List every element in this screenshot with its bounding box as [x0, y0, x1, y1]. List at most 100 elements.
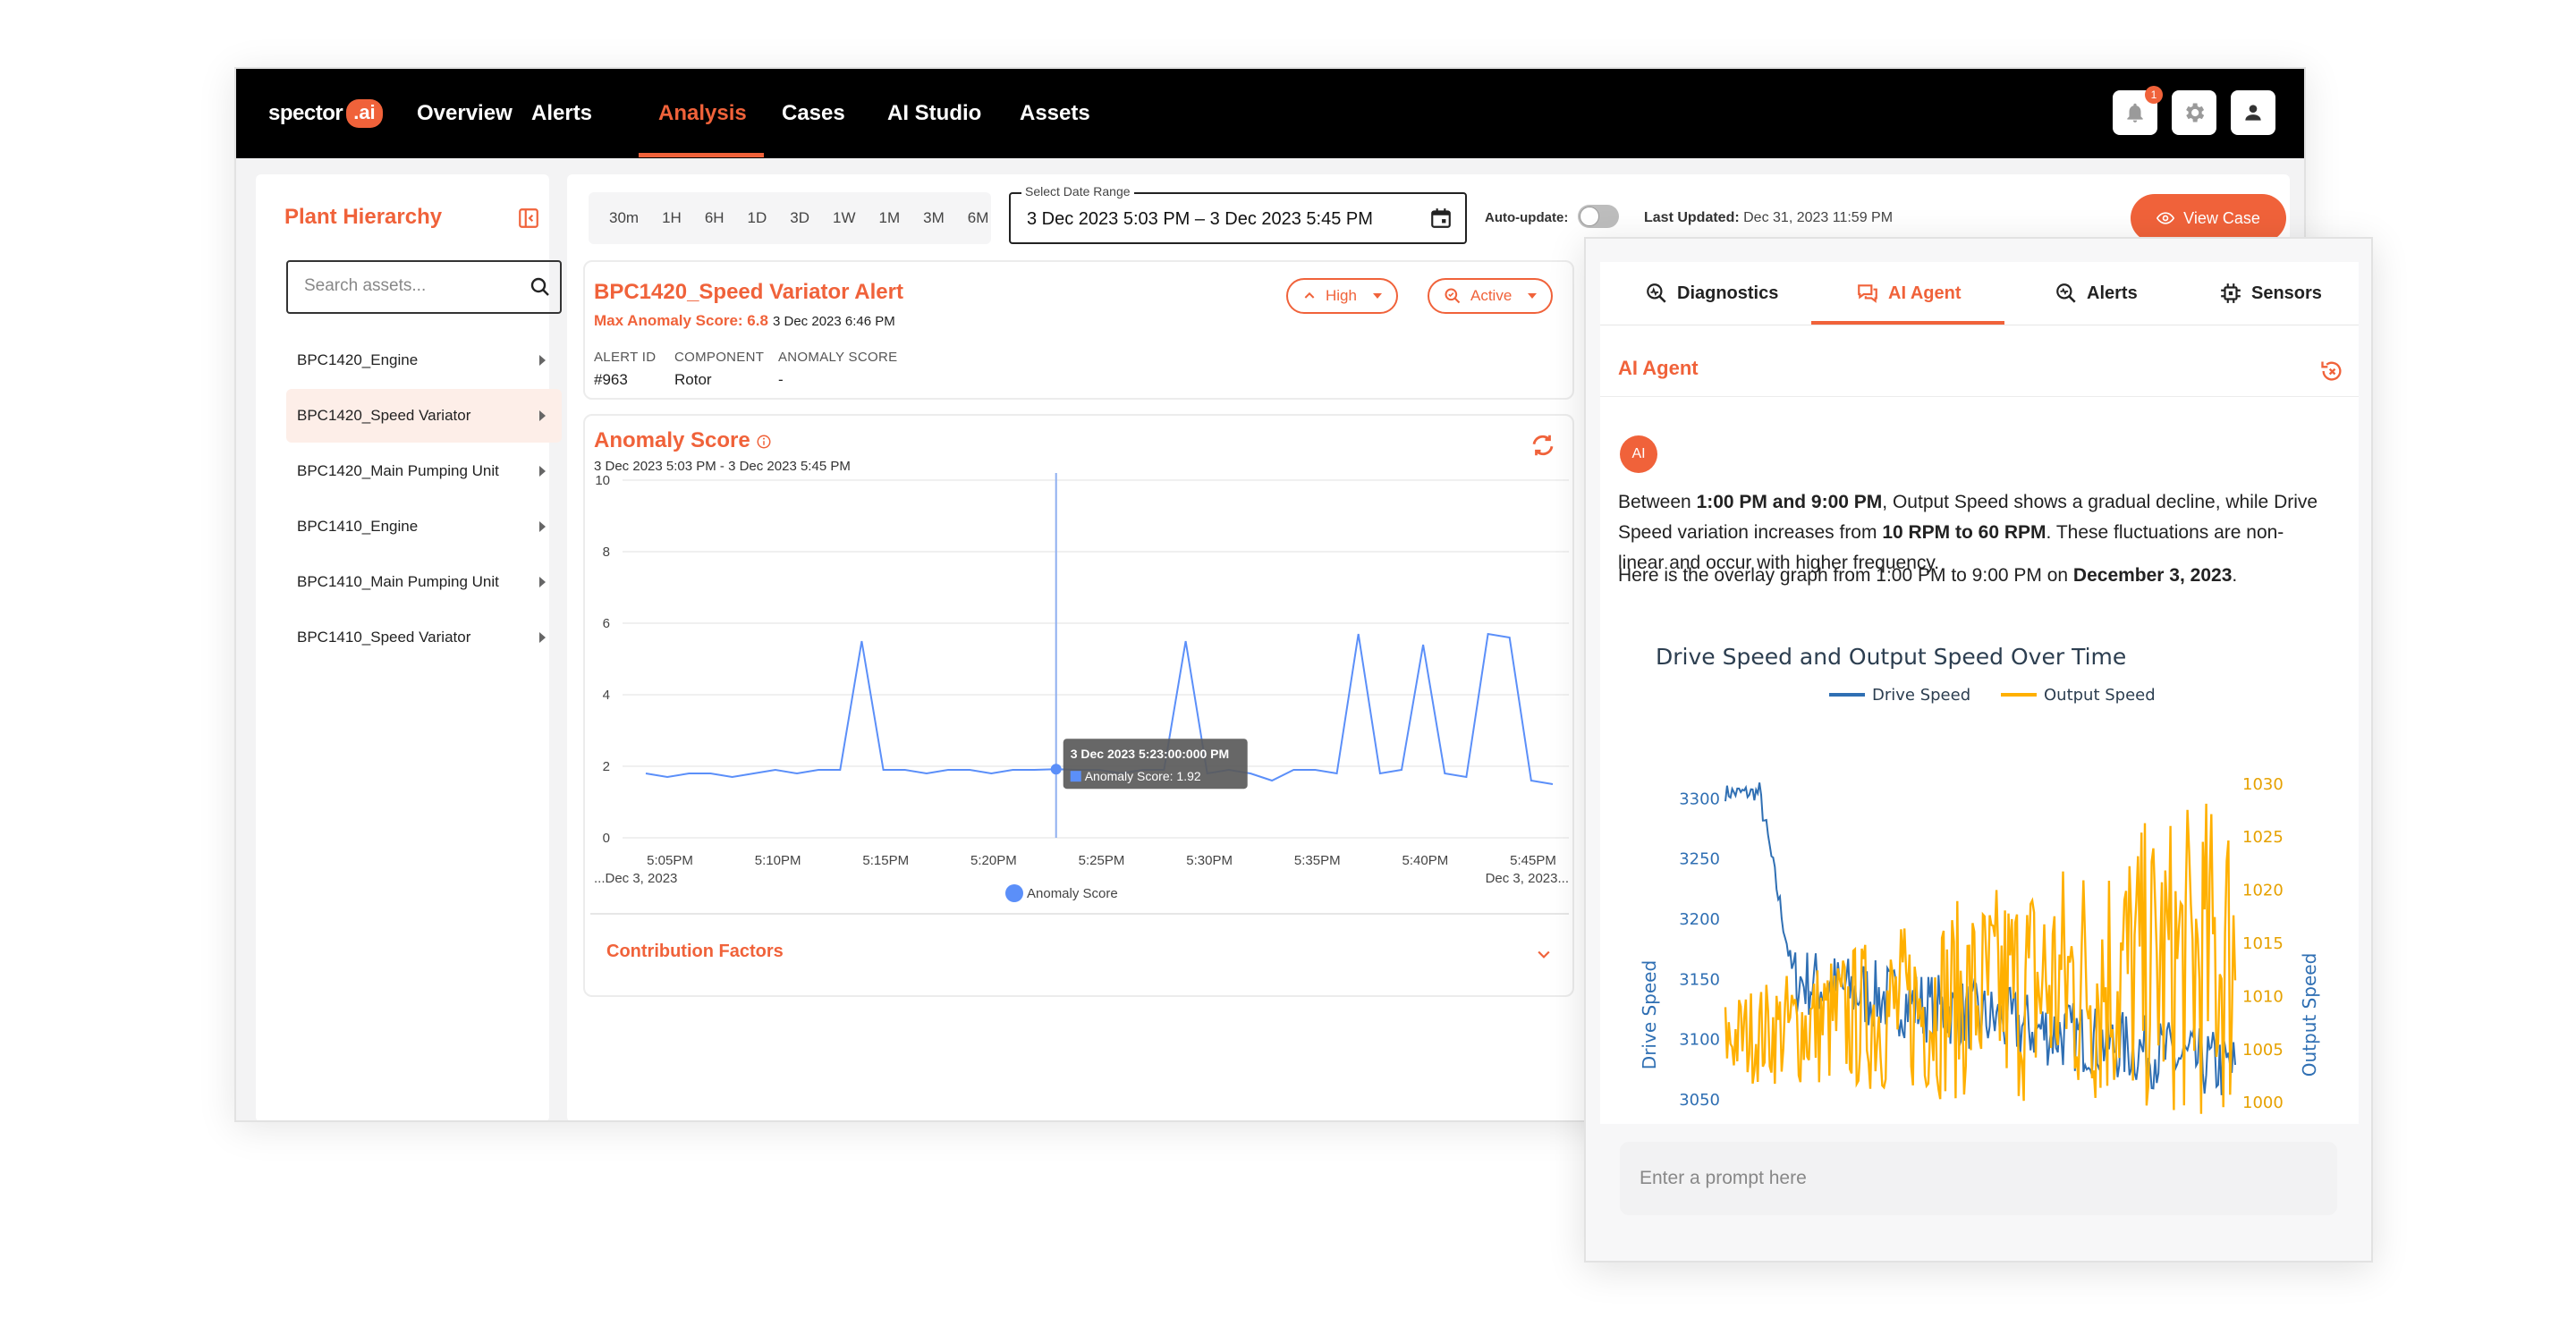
tree-item-label: BPC1420_Speed Variator — [297, 407, 471, 424]
range-1d[interactable]: 1D — [748, 209, 767, 227]
tab-label: Diagnostics — [1677, 283, 1779, 303]
date-range-picker[interactable]: Select Date Range 3 Dec 2023 5:03 PM – 3… — [1009, 184, 1467, 244]
tooltip-time: 3 Dec 2023 5:23:00:000 PM — [1071, 747, 1229, 761]
y-tick-left: 3150 — [1679, 970, 1720, 989]
legend-label-drive: Drive Speed — [1872, 686, 1970, 705]
range-3m[interactable]: 3M — [923, 209, 945, 227]
range-6m[interactable]: 6M — [968, 209, 989, 227]
heading-divider — [1600, 396, 2359, 397]
logo-word: spector — [268, 101, 343, 125]
tree-item-bpc1410-engine[interactable]: BPC1410_Engine — [286, 500, 562, 553]
nav-analysis[interactable]: Analysis — [658, 69, 747, 158]
bell-icon — [2127, 103, 2143, 122]
x-tick-label: 5:35PM — [1294, 853, 1341, 868]
contribution-factors-toggle[interactable]: Contribution Factors — [606, 942, 784, 962]
y-axis-label-left: Drive Speed — [1639, 960, 1660, 1069]
tree-item-label: BPC1420_Engine — [297, 351, 419, 368]
status-dropdown[interactable]: Active — [1428, 278, 1554, 314]
search-icon[interactable] — [530, 276, 551, 298]
divider — [590, 913, 1569, 915]
tab-sensors[interactable]: Sensors — [2219, 262, 2322, 325]
notification-badge: 1 — [2145, 86, 2163, 104]
view-case-button[interactable]: View Case — [2131, 194, 2286, 242]
alert-date: 3 Dec 2023 6:46 PM — [773, 314, 895, 329]
tree-item-label: BPC1410_Speed Variator — [297, 629, 471, 646]
legend-swatch — [1005, 884, 1023, 902]
nav-ai-studio[interactable]: AI Studio — [887, 69, 981, 158]
msg-text: . — [2232, 565, 2238, 586]
info-icon[interactable] — [756, 434, 772, 450]
hover-point — [1050, 764, 1062, 775]
tab-ai-agent[interactable]: AI Agent — [1856, 262, 1961, 325]
meta-label-anomaly-score: ANOMALY SCORE — [778, 350, 898, 365]
drive-output-speed-chart[interactable]: Drive Speed and Output Speed Over Time Dr… — [1600, 638, 2359, 1124]
profile-button[interactable] — [2231, 90, 2275, 135]
chevron-right-icon — [539, 521, 546, 532]
y-tick-label: 4 — [603, 688, 610, 703]
plant-hierarchy-title: Plant Hierarchy — [284, 205, 443, 229]
msg-bold: 1:00 PM and 9:00 PM — [1696, 492, 1883, 512]
tree-item-bpc1410-main-pumping-unit[interactable]: BPC1410_Main Pumping Unit — [286, 555, 562, 609]
tab-diagnostics[interactable]: Diagnostics — [1645, 262, 1778, 325]
x-range-end: Dec 3, 2023... — [1486, 871, 1569, 886]
clear-history-icon[interactable] — [2319, 359, 2344, 384]
auto-update-toggle[interactable] — [1578, 205, 1619, 228]
x-tick-label: 5:45PM — [1510, 853, 1556, 868]
anomaly-score-title: Anomaly Score — [594, 428, 772, 453]
x-tick-label: 5:30PM — [1186, 853, 1233, 868]
chart-tooltip: 3 Dec 2023 5:23:00:000 PM Anomaly Score: … — [1063, 739, 1248, 790]
plant-hierarchy-sidebar: Plant Hierarchy BPC1420_Engine BPC1420_S… — [256, 174, 562, 1120]
spector-logo[interactable]: spector .ai — [268, 96, 383, 131]
tree-item-bpc1410-speed-variator[interactable]: BPC1410_Speed Variator — [286, 611, 562, 664]
y-tick-left: 3200 — [1679, 910, 1720, 929]
msg-bold: 10 RPM to 60 RPM — [1882, 522, 2046, 543]
severity-dropdown[interactable]: High — [1286, 278, 1398, 314]
nav-alerts[interactable]: Alerts — [531, 69, 592, 158]
x-range-start: ...Dec 3, 2023 — [594, 871, 677, 886]
refresh-icon[interactable] — [1530, 432, 1556, 459]
tooltip-value: Anomaly Score: 1.92 — [1085, 769, 1201, 783]
collapse-sidebar-icon[interactable] — [517, 207, 540, 230]
y-tick-right: 1005 — [2242, 1041, 2284, 1060]
range-30m[interactable]: 30m — [609, 209, 639, 227]
ai-panel-content: Diagnostics AI Agent Alerts Sensors AI A… — [1600, 262, 2359, 1124]
prompt-input[interactable] — [1620, 1142, 2337, 1215]
nav-overview[interactable]: Overview — [417, 69, 513, 158]
range-1m[interactable]: 1M — [879, 209, 901, 227]
diagnostics-icon — [1647, 283, 1666, 303]
range-6h[interactable]: 6H — [705, 209, 724, 227]
severity-value: High — [1326, 287, 1357, 304]
ai-agent-panel: Diagnostics AI Agent Alerts Sensors AI A… — [1584, 237, 2373, 1263]
settings-button[interactable] — [2172, 90, 2216, 135]
meta-value-component: Rotor — [674, 371, 712, 388]
logo-badge: .ai — [346, 99, 383, 128]
y-tick-left: 3300 — [1679, 790, 1720, 808]
y-tick-label: 6 — [603, 616, 610, 631]
tab-alerts[interactable]: Alerts — [2055, 262, 2138, 325]
search-input[interactable] — [304, 276, 519, 296]
y-axis-label-right: Output Speed — [2299, 953, 2320, 1077]
x-tick-label: 5:10PM — [755, 853, 801, 868]
calendar-icon[interactable] — [1429, 207, 1453, 230]
meta-value-anomaly-score: - — [778, 371, 784, 388]
chat-icon — [1858, 284, 1877, 303]
tree-item-bpc1420-main-pumping-unit[interactable]: BPC1420_Main Pumping Unit — [286, 444, 562, 498]
y-tick-left: 3100 — [1679, 1031, 1720, 1050]
chevron-right-icon — [539, 577, 546, 587]
range-1w[interactable]: 1W — [833, 209, 856, 227]
max-anomaly-score: Max Anomaly Score: 6.8 — [594, 312, 768, 329]
anomaly-score-card: Anomaly Score 3 Dec 2023 5:03 PM - 3 Dec… — [583, 414, 1574, 997]
chevron-down-icon[interactable] — [1535, 945, 1553, 963]
range-1h[interactable]: 1H — [662, 209, 682, 227]
msg-bold: December 3, 2023 — [2072, 565, 2233, 586]
ai-message-paragraph: Here is the overlay graph from 1:00 PM t… — [1618, 561, 2325, 591]
nav-cases[interactable]: Cases — [782, 69, 845, 158]
tab-label: Alerts — [2087, 283, 2138, 303]
chevron-up-icon — [1304, 291, 1315, 299]
tree-item-bpc1420-speed-variator[interactable]: BPC1420_Speed Variator — [286, 389, 562, 443]
range-3d[interactable]: 3D — [790, 209, 809, 227]
tree-item-bpc1420-engine[interactable]: BPC1420_Engine — [286, 334, 562, 387]
nav-assets[interactable]: Assets — [1020, 69, 1090, 158]
x-tick-label: 5:25PM — [1079, 853, 1125, 868]
anomaly-score-chart[interactable]: 0 2 4 6 8 10 5:05PM 5:10PM 5:15PM 5:20PM 5:25PM 5:3… — [585, 469, 1576, 908]
